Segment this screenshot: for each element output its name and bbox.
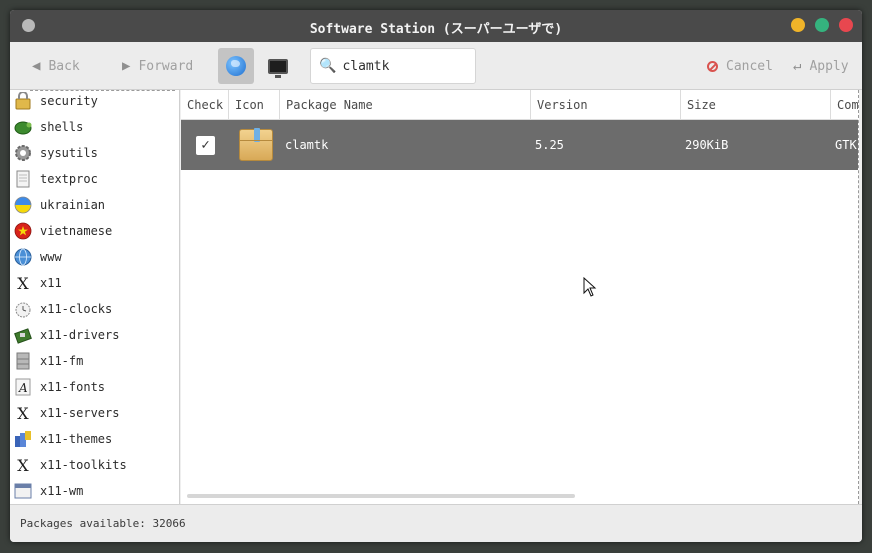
status-bar: Packages available: 32066 — [10, 504, 862, 542]
forward-label: Forward — [138, 58, 194, 74]
row-checkbox[interactable]: ✓ — [196, 120, 215, 170]
column-header-package-name[interactable]: Package Name — [280, 90, 531, 120]
package-box-icon — [239, 128, 273, 161]
cancel-icon — [707, 60, 718, 72]
globe-icon — [226, 56, 246, 76]
x-logo-icon: X — [17, 455, 29, 475]
sidebar-item-x11-fonts[interactable]: A x11-fonts — [10, 374, 179, 400]
vietnam-flag-icon — [14, 222, 32, 240]
sidebar-item-x11-themes[interactable]: x11-themes — [10, 426, 179, 452]
column-header-comment[interactable]: Comment — [831, 90, 858, 120]
version-cell: 5.25 — [535, 138, 564, 152]
comment-cell: GTK — [835, 138, 857, 152]
toolbar: ◀ Back ▶ Forward 🔍 Cancel ↵ Apply — [10, 42, 862, 90]
column-header-check[interactable]: Check — [181, 90, 229, 120]
arrow-right-icon: ▶ — [122, 58, 131, 74]
arrow-left-icon: ◀ — [32, 58, 41, 74]
mouse-pointer-icon — [583, 277, 597, 297]
sidebar-item-www[interactable]: www — [10, 244, 179, 270]
turtle-shell-icon — [14, 118, 32, 136]
file-cabinet-icon — [14, 352, 32, 370]
horizontal-scrollbar[interactable] — [187, 494, 575, 498]
sidebar-item-security[interactable]: security — [10, 90, 179, 114]
sidebar-item-label: security — [40, 94, 98, 108]
package-table[interactable]: Check Icon Package Name Version Size Com… — [181, 90, 859, 504]
sidebar-item-label: x11-fm — [40, 354, 84, 368]
sidebar-item-x11-clocks[interactable]: x11-clocks — [10, 296, 179, 322]
sidebar-item-label: x11-servers — [40, 406, 120, 420]
apply-button[interactable]: ↵ Apply — [793, 42, 849, 90]
window-icon — [14, 482, 32, 500]
sidebar-item-vietnamese[interactable]: vietnamese — [10, 218, 179, 244]
font-icon: A — [14, 378, 32, 396]
column-header-icon[interactable]: Icon — [229, 90, 280, 120]
all-software-toggle[interactable] — [218, 48, 254, 84]
sidebar-item-label: x11-fonts — [40, 380, 106, 394]
sidebar-item-sysutils[interactable]: sysutils — [10, 140, 179, 166]
sidebar-item-label: sysutils — [40, 146, 98, 160]
size-cell: 290KiB — [685, 138, 729, 152]
search-icon: 🔍 — [319, 58, 337, 74]
sidebar-item-label: x11-drivers — [40, 328, 120, 342]
sidebar-item-shells[interactable]: shells — [10, 114, 179, 140]
maximize-button[interactable] — [815, 18, 829, 32]
ukraine-flag-icon — [14, 196, 32, 214]
sidebar-item-x11-fm[interactable]: x11-fm — [10, 348, 179, 374]
back-label: Back — [48, 58, 80, 74]
close-button[interactable] — [839, 18, 853, 32]
sidebar-item-textproc[interactable]: textproc — [10, 166, 179, 192]
cancel-button[interactable]: Cancel — [707, 42, 773, 90]
sidebar-item-label: x11-wm — [40, 484, 84, 498]
package-icon-cell — [239, 120, 273, 170]
circuit-board-icon — [14, 326, 32, 344]
sidebar-item-label: x11-toolkits — [40, 458, 127, 472]
cancel-label: Cancel — [726, 58, 773, 74]
package-name-cell: clamtk — [285, 138, 329, 152]
column-header-size[interactable]: Size — [681, 90, 831, 120]
lock-icon — [14, 92, 32, 110]
themes-icon — [14, 430, 32, 448]
forward-button[interactable]: ▶ Forward — [122, 42, 193, 90]
window-title: Software Station (スーパーユーザで) — [309, 22, 563, 37]
sidebar-item-label: www — [40, 250, 62, 264]
globe-icon — [14, 248, 32, 266]
sidebar-item-x11[interactable]: X x11 — [10, 270, 179, 296]
sidebar-item-x11-wm[interactable]: x11-wm — [10, 478, 179, 504]
search-input[interactable] — [342, 58, 463, 74]
sidebar-item-x11-servers[interactable]: X x11-servers — [10, 400, 179, 426]
document-icon — [14, 170, 32, 188]
check-mark-icon: ✓ — [196, 135, 215, 155]
back-button[interactable]: ◀ Back — [32, 42, 80, 90]
title-bar[interactable]: Software Station (スーパーユーザで) — [10, 10, 862, 42]
x-logo-icon: X — [17, 273, 29, 293]
svg-text:A: A — [18, 381, 28, 395]
table-header: Check Icon Package Name Version Size Com… — [181, 90, 858, 120]
sidebar-item-x11-drivers[interactable]: x11-drivers — [10, 322, 179, 348]
sidebar-item-label: vietnamese — [40, 224, 113, 238]
sidebar-item-label: shells — [40, 120, 84, 134]
packages-available-text: Packages available: 32066 — [20, 517, 186, 530]
sidebar-item-label: x11-themes — [40, 432, 113, 446]
sidebar-item-label: ukrainian — [40, 198, 106, 212]
sidebar-item-label: textproc — [40, 172, 98, 186]
table-row[interactable]: ✓ clamtk 5.25 290KiB GTK — [181, 120, 858, 170]
search-box[interactable]: 🔍 — [310, 48, 476, 84]
category-sidebar[interactable]: security shells sysutils textproc ukrain… — [10, 90, 180, 504]
sidebar-item-x11-toolkits[interactable]: X x11-toolkits — [10, 452, 179, 478]
x-logo-icon: X — [17, 403, 29, 423]
installed-software-toggle[interactable] — [260, 48, 296, 84]
monitor-icon — [268, 58, 288, 78]
apply-label: Apply — [809, 58, 849, 74]
sidebar-item-ukrainian[interactable]: ukrainian — [10, 192, 179, 218]
clock-icon — [14, 300, 32, 318]
software-station-window: Software Station (スーパーユーザで) ◀ Back ▶ For… — [10, 10, 862, 542]
sidebar-item-label: x11-clocks — [40, 302, 113, 316]
sidebar-item-label: x11 — [40, 276, 62, 290]
minimize-button[interactable] — [791, 18, 805, 32]
return-arrow-icon: ↵ — [793, 58, 802, 74]
gear-icon — [14, 144, 32, 162]
column-header-version[interactable]: Version — [531, 90, 681, 120]
